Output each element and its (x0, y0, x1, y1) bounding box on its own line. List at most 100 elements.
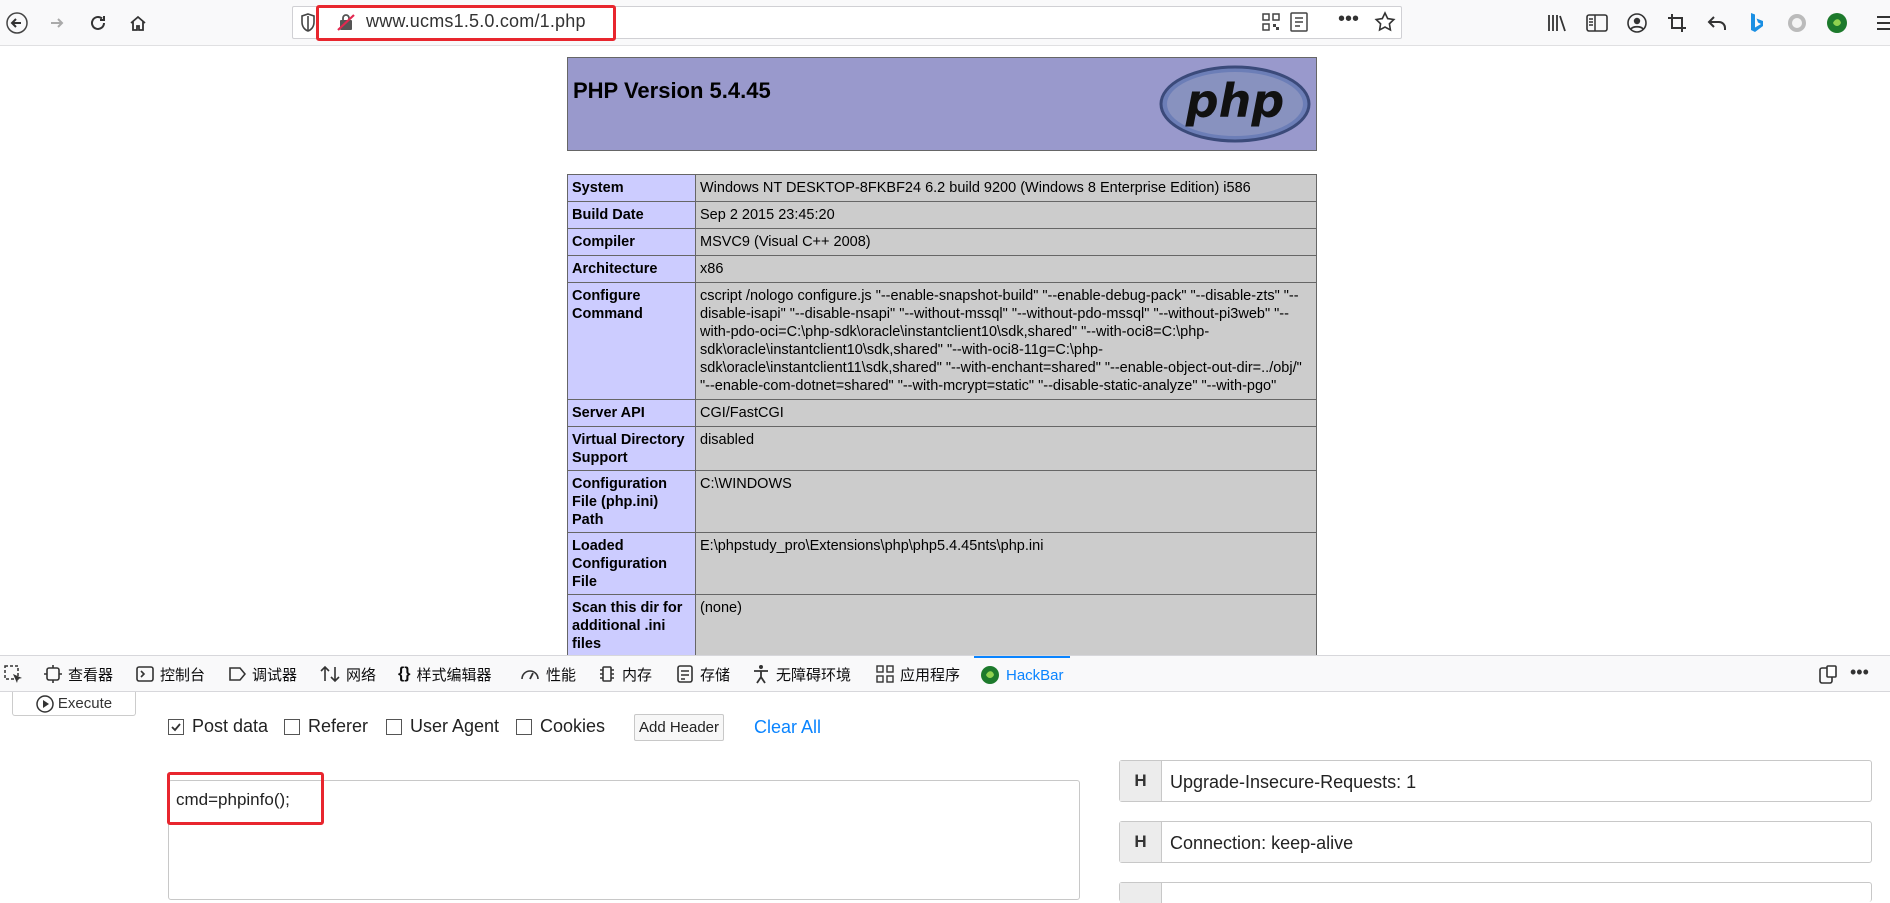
post-data-highlight-box (167, 772, 324, 825)
user-agent-checkbox[interactable] (386, 718, 402, 735)
user-agent-option[interactable]: User Agent (386, 716, 499, 737)
performance-icon (520, 665, 540, 683)
home-button[interactable] (123, 8, 153, 38)
sidebar-icon[interactable] (1584, 10, 1610, 36)
inspector-icon (44, 665, 62, 683)
header-tag-partial (1120, 883, 1162, 903)
screenshot-crop-icon[interactable] (1664, 10, 1690, 36)
checkmark-icon (171, 722, 181, 731)
referer-checkbox[interactable] (284, 718, 300, 735)
shield-icon[interactable] (300, 13, 316, 38)
tab-accessibility[interactable]: 无障碍环境 (752, 656, 851, 692)
memory-icon (598, 665, 616, 683)
table-row: Build Date Sep 2 2015 23:45:20 (567, 201, 1317, 229)
back-button[interactable] (2, 8, 32, 38)
table-row: Configure Command cscript /nologo configu… (567, 282, 1317, 400)
row-key-architecture: Architecture (567, 255, 696, 283)
forward-button[interactable] (42, 8, 72, 38)
reader-view-icon[interactable] (1290, 12, 1308, 37)
account-icon[interactable] (1624, 10, 1650, 36)
library-icon[interactable] (1544, 10, 1570, 36)
browser-toolbar: www.ucms1.5.0.com/1.php ••• (0, 0, 1890, 46)
element-picker-icon[interactable] (4, 665, 24, 690)
row-value-server-api: CGI/FastCGI (695, 399, 1317, 427)
php-info-table: System Windows NT DESKTOP-8FKBF24 6.2 bui… (567, 174, 1317, 655)
row-key-server-api: Server API (567, 399, 696, 427)
tab-memory[interactable]: 内存 (598, 656, 652, 692)
forward-arrow-icon (51, 18, 64, 28)
page-actions-icon[interactable]: ••• (1338, 8, 1359, 31)
header-row[interactable]: H Upgrade-Insecure-Requests: 1 (1119, 760, 1872, 802)
hackbar-icon (980, 665, 1000, 685)
hackbar-panel: Execute Post data Referer User Agent Coo… (0, 692, 1890, 903)
play-icon (36, 694, 54, 713)
tab-inspector[interactable]: 查看器 (44, 656, 113, 692)
referer-option[interactable]: Referer (284, 716, 368, 737)
cookies-option[interactable]: Cookies (516, 716, 605, 737)
tab-performance[interactable]: 性能 (520, 656, 576, 692)
row-key-build-date: Build Date (567, 201, 696, 229)
tab-style-editor-label: 样式编辑器 (416, 666, 492, 684)
row-value-loaded-config-file: E:\phpstudy_pro\Extensions\php\php5.4.45… (695, 532, 1317, 595)
row-value-virtual-directory: disabled (695, 426, 1317, 471)
table-row: Architecture x86 (567, 255, 1317, 283)
network-icon (320, 665, 340, 683)
back-arrow-icon (6, 12, 28, 34)
extension-circle-icon[interactable] (1784, 10, 1810, 36)
tab-console[interactable]: 控制台 (136, 656, 205, 692)
table-row: Compiler MSVC9 (Visual C++ 2008) (567, 228, 1317, 256)
execute-button[interactable]: Execute (12, 692, 136, 716)
menu-icon[interactable] (1872, 10, 1890, 36)
tab-console-label: 控制台 (160, 666, 206, 684)
add-header-button[interactable]: Add Header (634, 714, 724, 741)
bookmark-star-icon[interactable] (1374, 11, 1396, 38)
undo-icon[interactable] (1704, 10, 1730, 36)
tab-accessibility-label: 无障碍环境 (776, 666, 852, 684)
table-row: Loaded Configuration File E:\phpstudy_pro… (567, 532, 1317, 595)
post-data-option[interactable]: Post data (168, 716, 268, 737)
tab-network-label: 网络 (346, 666, 377, 684)
tab-hackbar[interactable]: HackBar (974, 656, 1070, 692)
header-value[interactable]: Upgrade-Insecure-Requests: 1 (1170, 772, 1416, 793)
header-value[interactable]: Connection: keep-alive (1170, 833, 1353, 854)
header-row[interactable] (1119, 882, 1872, 903)
tab-application[interactable]: 应用程序 (876, 656, 960, 692)
tab-debugger-label: 调试器 (252, 666, 298, 684)
tab-memory-label: 内存 (622, 666, 653, 684)
tab-debugger[interactable]: 调试器 (228, 656, 297, 692)
reload-button[interactable] (83, 8, 113, 38)
hackbar-extension-icon[interactable] (1824, 10, 1850, 36)
dock-toggle-icon[interactable] (1818, 665, 1838, 690)
row-key-system: System (567, 174, 696, 202)
row-value-compiler: MSVC9 (Visual C++ 2008) (695, 228, 1317, 256)
php-version-title: PHP Version 5.4.45 (573, 78, 771, 103)
tab-application-label: 应用程序 (900, 666, 961, 684)
row-value-system: Windows NT DESKTOP-8FKBF24 6.2 build 920… (695, 174, 1317, 202)
devtools-more-icon[interactable]: ••• (1850, 662, 1869, 683)
row-value-config-file-path: C:\WINDOWS (695, 470, 1317, 533)
cookies-label: Cookies (540, 716, 606, 736)
tab-storage[interactable]: 存储 (676, 656, 730, 692)
php-logo: php (1159, 65, 1311, 148)
tab-hackbar-label: HackBar (1006, 666, 1064, 684)
tab-network[interactable]: 网络 (320, 656, 376, 692)
qr-code-icon[interactable] (1262, 13, 1280, 36)
table-row: Configuration File (php.ini) Path C:\WIND… (567, 470, 1317, 533)
row-key-config-file-path: Configuration File (php.ini) Path (567, 470, 696, 533)
page-content: PHP Version 5.4.45 php System Windows NT … (0, 47, 1890, 655)
header-tag: H (1120, 761, 1162, 801)
row-value-configure-command: cscript /nologo configure.js "--enable-s… (695, 282, 1317, 400)
header-row[interactable]: H Connection: keep-alive (1119, 821, 1872, 863)
tab-style-editor[interactable]: {} 样式编辑器 (398, 656, 491, 692)
clear-all-link[interactable]: Clear All (754, 717, 821, 738)
post-data-checkbox[interactable] (168, 718, 184, 735)
row-value-scan-dir: (none) (695, 594, 1317, 655)
execute-label: Execute (57, 695, 113, 712)
bing-icon[interactable] (1744, 10, 1770, 36)
php-version-header: PHP Version 5.4.45 php (567, 57, 1317, 151)
table-row: Virtual Directory Support disabled (567, 426, 1317, 471)
row-value-build-date: Sep 2 2015 23:45:20 (695, 201, 1317, 229)
header-tag: H (1120, 822, 1162, 862)
cookies-checkbox[interactable] (516, 718, 532, 735)
referer-label: Referer (308, 716, 369, 736)
